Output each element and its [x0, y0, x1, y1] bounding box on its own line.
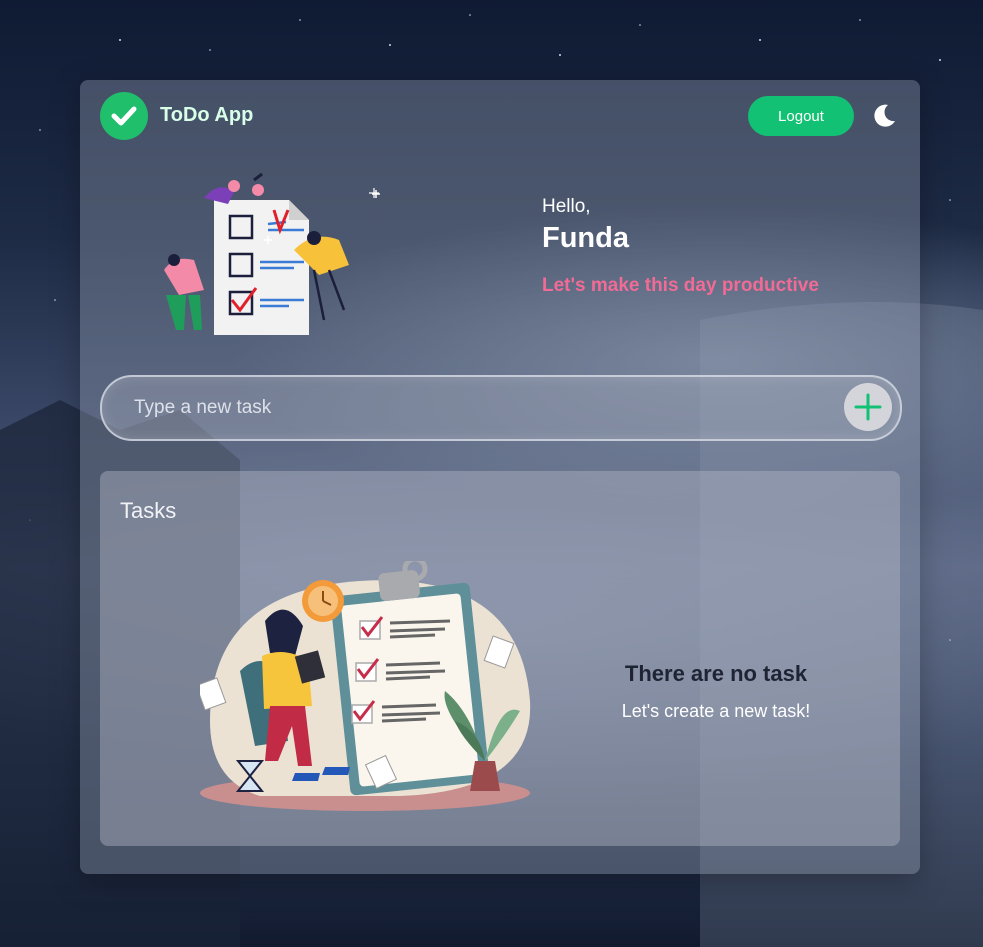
todo-card: ToDo App Logout Hello, Funda Let's make … [80, 80, 920, 874]
empty-state-title: There are no task [624, 661, 808, 686]
plus-icon [854, 393, 882, 421]
app-logo [100, 92, 148, 140]
add-task-button[interactable] [844, 383, 892, 431]
new-task-input[interactable] [132, 391, 816, 425]
tasks-title: Tasks [120, 498, 177, 523]
motto-text: Let's make this day productive [542, 275, 819, 296]
empty-state-subtitle: Let's create a new task! [621, 701, 811, 721]
greeting-hello: Hello, [542, 196, 591, 217]
empty-state-illustration [200, 561, 531, 811]
moon-icon [874, 104, 895, 127]
new-task-bar [100, 375, 902, 441]
theme-toggle[interactable] [868, 100, 900, 132]
check-icon [111, 106, 137, 126]
user-name: Funda [542, 222, 629, 254]
logout-button[interactable]: Logout [748, 96, 854, 136]
checklist-illustration [164, 172, 380, 335]
tasks-panel: Tasks There are no task Let's create a n… [100, 471, 900, 846]
app-title: ToDo App [160, 104, 254, 126]
